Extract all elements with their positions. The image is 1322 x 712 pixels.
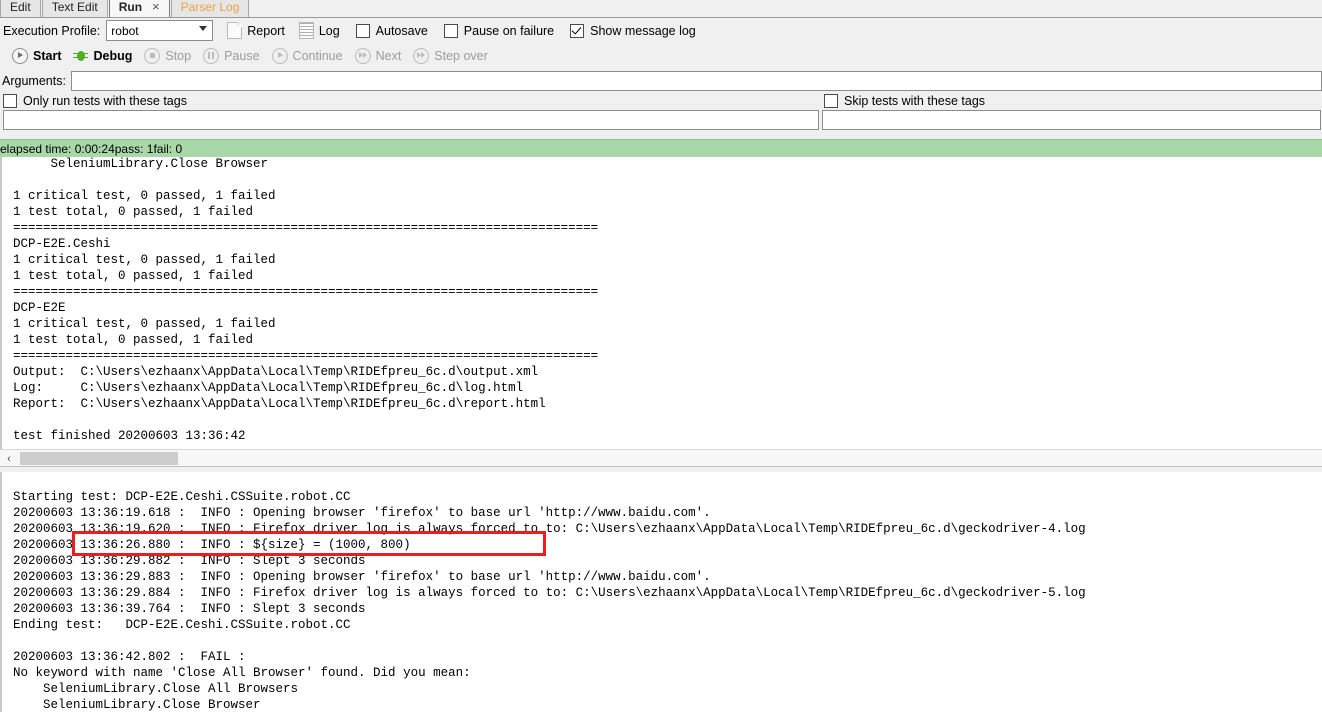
log-button[interactable]: Log: [298, 22, 340, 39]
include-tags-field[interactable]: [3, 110, 823, 131]
exclude-tags-input[interactable]: [823, 111, 1322, 131]
pass-count-label: pass: 1: [114, 141, 154, 156]
tab-parser-log[interactable]: Parser Log: [170, 0, 250, 17]
checkbox-icon: [824, 94, 838, 108]
pause-icon: [203, 47, 220, 64]
execution-profile-value: robot: [111, 23, 139, 38]
step-over-button: Step over: [413, 47, 488, 64]
exclude-tags-field[interactable]: [822, 110, 1322, 131]
scrollbar-thumb[interactable]: [20, 452, 178, 465]
show-message-log-checkbox[interactable]: Show message log: [570, 23, 696, 38]
autosave-label: Autosave: [375, 23, 428, 38]
step-over-icon: [413, 47, 430, 64]
toolbar-row-run-controls: Start Debug Stop Pause Continue Next Ste…: [0, 44, 1322, 67]
pause-on-failure-label: Pause on failure: [463, 23, 555, 38]
step-over-label: Step over: [434, 48, 488, 63]
checkbox-icon: [355, 23, 370, 38]
report-icon: [227, 22, 243, 39]
include-tags-checkbox[interactable]: Only run tests with these tags: [3, 94, 187, 108]
stop-label: Stop: [165, 48, 192, 63]
tab-strip: Edit Text Edit Run × Parser Log: [0, 0, 1322, 18]
execution-profile-label: Execution Profile:: [3, 23, 101, 38]
debug-label: Debug: [93, 48, 133, 63]
toolbar-row-profile: Execution Profile: robot Report Log Auto…: [0, 18, 1322, 43]
bug-icon: [73, 49, 89, 63]
fail-count-label: fail: 0: [153, 141, 183, 156]
debug-button[interactable]: Debug: [73, 49, 132, 63]
elapsed-time-label: elapsed time: 0:00:24: [0, 141, 115, 156]
autosave-checkbox[interactable]: Autosave: [355, 23, 428, 38]
report-button[interactable]: Report: [227, 22, 285, 39]
exclude-tags-checkbox[interactable]: Skip tests with these tags: [824, 94, 985, 108]
run-output-text: SeleniumLibrary.Close Browser 1 critical…: [13, 157, 599, 443]
report-label: Report: [247, 23, 285, 38]
chevron-down-icon: [199, 26, 208, 31]
stop-button: Stop: [144, 47, 192, 64]
pause-button: Pause: [203, 47, 260, 64]
pause-label: Pause: [224, 48, 260, 63]
log-label: Log: [318, 23, 340, 38]
tag-fields-row: [0, 110, 1322, 132]
start-button[interactable]: Start: [12, 47, 62, 64]
pause-on-failure-checkbox[interactable]: Pause on failure: [443, 23, 555, 38]
tab-run-label: Run: [118, 0, 143, 14]
arguments-label: Arguments:: [2, 74, 66, 88]
ride-run-tab: Edit Text Edit Run × Parser Log Executio…: [0, 0, 1322, 712]
close-icon[interactable]: ×: [152, 0, 160, 17]
next-icon: [354, 47, 371, 64]
show-message-log-label: Show message log: [590, 23, 696, 38]
tab-run[interactable]: Run ×: [108, 0, 170, 17]
arguments-field[interactable]: [70, 71, 1322, 92]
checkbox-checked-icon: [570, 23, 585, 38]
log-icon: [298, 22, 314, 39]
tab-edit-label: Edit: [10, 0, 31, 14]
arguments-row: Arguments:: [0, 70, 1322, 92]
run-output-panel[interactable]: SeleniumLibrary.Close Browser 1 critical…: [0, 157, 1322, 449]
stop-icon: [144, 47, 161, 64]
continue-button: Continue: [271, 47, 343, 64]
include-tags-label: Only run tests with these tags: [23, 94, 187, 108]
arguments-input[interactable]: [71, 72, 1322, 92]
include-tags-input[interactable]: [4, 111, 823, 131]
status-bar: elapsed time: 0:00:24 pass: 1 fail: 0: [0, 139, 1322, 158]
next-button: Next: [354, 47, 402, 64]
tab-parser-log-label: Parser Log: [180, 0, 240, 14]
tab-edit[interactable]: Edit: [0, 0, 41, 17]
play-icon: [12, 47, 28, 64]
execution-profile-select[interactable]: robot: [106, 20, 214, 41]
continue-label: Continue: [292, 48, 343, 63]
start-label: Start: [33, 48, 62, 63]
tab-text-edit[interactable]: Text Edit: [41, 0, 108, 17]
checkbox-checked-icon: [3, 94, 17, 108]
output-horizontal-scrollbar[interactable]: ‹: [0, 449, 1322, 467]
next-label: Next: [375, 48, 402, 63]
checkbox-icon: [443, 23, 458, 38]
tab-text-edit-label: Text Edit: [51, 0, 98, 14]
continue-icon: [271, 47, 288, 64]
message-log-panel[interactable]: Starting test: DCP-E2E.Ceshi.CSSuite.rob…: [0, 472, 1322, 712]
message-log-text: Starting test: DCP-E2E.Ceshi.CSSuite.rob…: [13, 490, 1086, 712]
scroll-left-icon[interactable]: ‹: [3, 453, 15, 465]
exclude-tags-label: Skip tests with these tags: [844, 94, 986, 108]
